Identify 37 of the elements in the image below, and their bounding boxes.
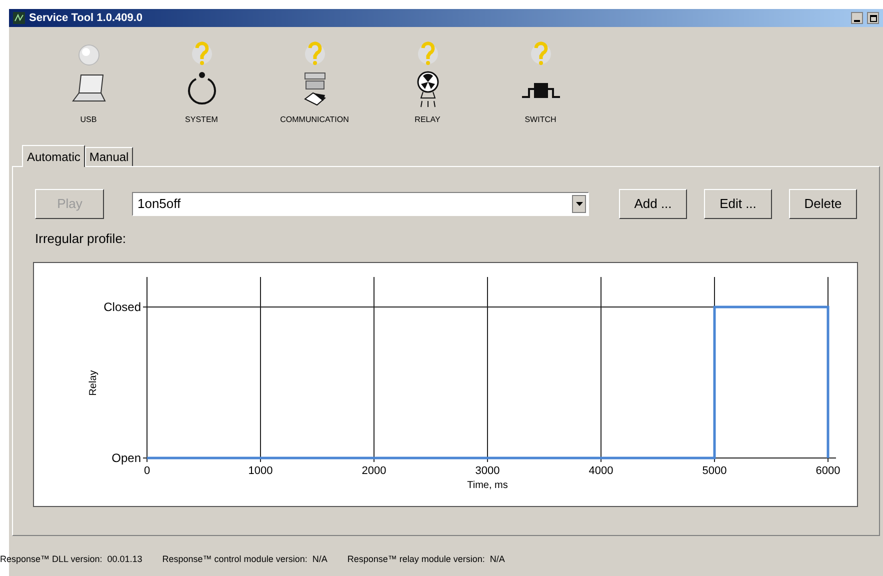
- action-button[interactable]: Add ...: [619, 189, 687, 219]
- profile-label: Irregular profile:: [35, 230, 128, 248]
- y-axis-title: Relay: [88, 370, 99, 396]
- device-label: RELAY: [414, 114, 440, 126]
- status-text: Response™ control module version: N/A: [162, 553, 328, 566]
- window-title: Service Tool 1.0.409.0: [29, 10, 143, 26]
- tick-mark: [600, 457, 602, 462]
- action-button[interactable]: Delete: [789, 189, 857, 219]
- x-tick-label: 2000: [362, 464, 386, 476]
- x-tick-label: 0: [144, 464, 150, 476]
- tab[interactable]: Manual: [85, 147, 133, 166]
- tick-mark: [487, 457, 488, 462]
- profile-dropdown[interactable]: 1on5off: [132, 192, 589, 216]
- device-label: SWITCH: [524, 114, 556, 126]
- x-tick-label: 4000: [588, 464, 614, 476]
- tab[interactable]: Automatic: [22, 145, 86, 167]
- status-text: Response™ DLL version: 00.01.13: [0, 553, 142, 566]
- handshake-icon: [302, 71, 326, 107]
- app-icon: [13, 12, 25, 24]
- tick-mark: [142, 306, 148, 307]
- device-label: USB: [80, 114, 97, 126]
- x-tick-label: 5000: [702, 464, 727, 476]
- device-label: SYSTEM: [185, 114, 218, 126]
- x-tick-label: 6000: [816, 464, 840, 476]
- tick-mark: [260, 457, 261, 462]
- status-text: Response™ relay module version: N/A: [347, 553, 505, 566]
- x-tick-label: 1000: [248, 464, 273, 476]
- x-axis-title: Time, ms: [467, 480, 508, 490]
- radiation-lamp-icon: [416, 70, 440, 108]
- y-tick-label: Closed: [104, 300, 141, 314]
- minimize-button[interactable]: [851, 12, 863, 24]
- y-tick-label: Open: [112, 450, 141, 464]
- device-label: COMMUNICATION: [280, 114, 349, 126]
- action-button[interactable]: Edit ...: [704, 189, 772, 219]
- tick-mark: [714, 457, 715, 462]
- maximize-button[interactable]: [867, 12, 879, 24]
- x-tick-label: 3000: [475, 464, 500, 476]
